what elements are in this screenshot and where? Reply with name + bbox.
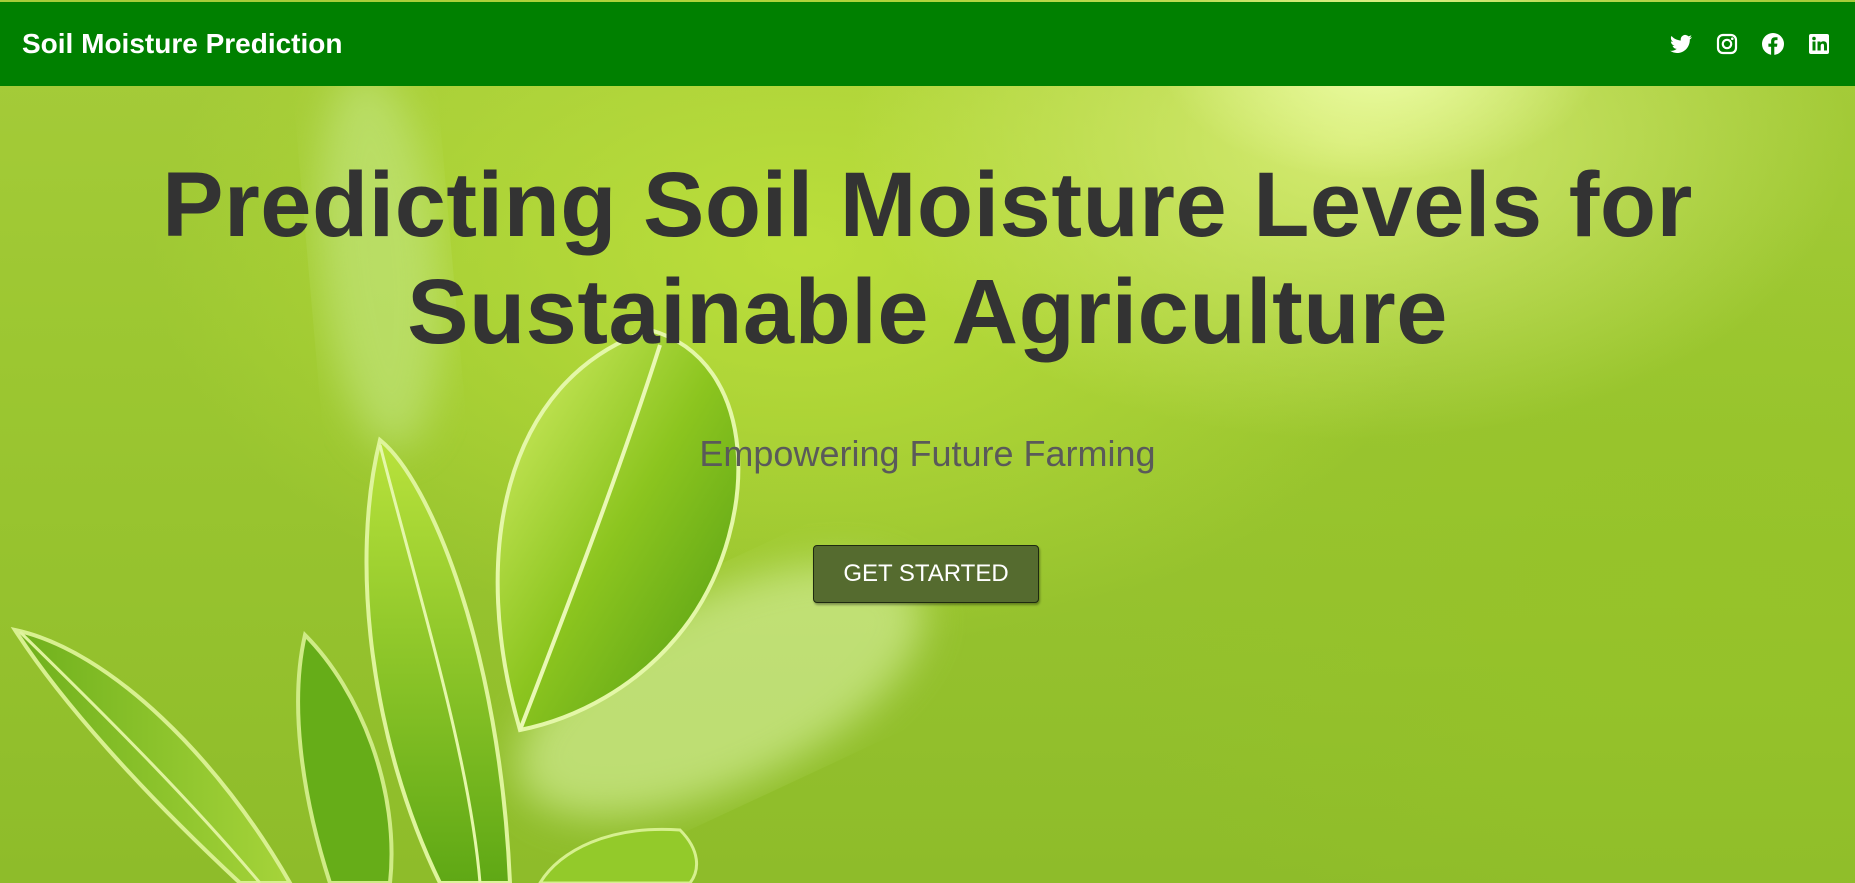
brand-title[interactable]: Soil Moisture Prediction <box>22 28 342 60</box>
instagram-icon[interactable] <box>1715 32 1739 56</box>
social-links <box>1669 32 1831 56</box>
hero-tagline: Empowering Future Farming <box>699 433 1156 474</box>
facebook-icon[interactable] <box>1761 32 1785 56</box>
twitter-icon[interactable] <box>1669 32 1693 56</box>
get-started-button[interactable]: GET STARTED <box>813 545 1039 603</box>
hero-headline-line2: Sustainable Agriculture <box>407 261 1448 363</box>
hero-headline: Predicting Soil Moisture Levels for Sust… <box>0 152 1855 366</box>
hero-headline-line1: Predicting Soil Moisture Levels for <box>162 154 1693 256</box>
hero-section: Predicting Soil Moisture Levels for Sust… <box>0 86 1855 883</box>
linkedin-icon[interactable] <box>1807 32 1831 56</box>
top-navbar: Soil Moisture Prediction <box>0 2 1855 86</box>
